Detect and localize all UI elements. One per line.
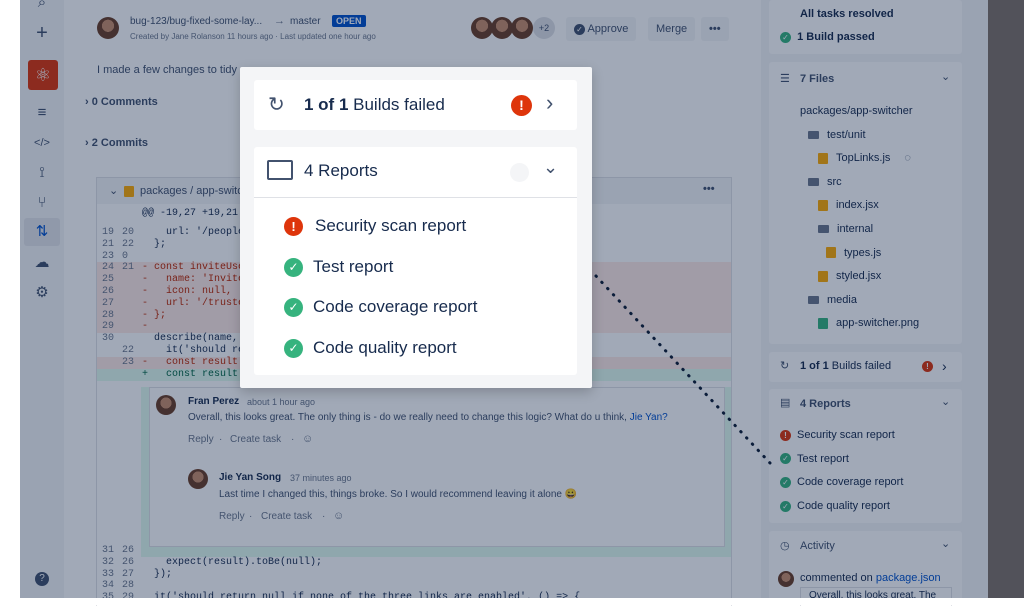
error-icon: ! [511, 95, 532, 116]
report-item[interactable]: ✓ Code quality report [284, 338, 457, 358]
builds-count: 1 of 1 [304, 95, 349, 114]
reports-header: 4 Reports [304, 161, 378, 180]
builds-label: Builds failed [348, 95, 445, 114]
bottom-edge [0, 598, 1024, 605]
reports-card: 4 Reports ⌄ ! Security scan report ✓ Test r… [254, 147, 577, 375]
chevron-down-icon[interactable]: ⌄ [543, 157, 558, 178]
connector-dotted-line [594, 274, 772, 465]
report-label: Test report [313, 256, 394, 276]
report-label: Security scan report [315, 216, 467, 235]
builds-reports-popup: ↻ 1 of 1 Builds failed ! › 4 Reports ⌄ !… [240, 67, 592, 388]
check-icon: ✓ [284, 338, 303, 358]
report-item[interactable]: ! Security scan report [284, 216, 467, 237]
reports-card-header[interactable]: 4 Reports ⌄ [254, 147, 577, 198]
error-icon: ! [284, 217, 303, 237]
builds-summary: 1 of 1 Builds failed [304, 95, 445, 115]
background-edge [988, 0, 1024, 600]
report-item[interactable]: ✓ Test report [284, 257, 393, 277]
reports-count-badge [510, 163, 529, 182]
report-item[interactable]: ✓ Code coverage report [284, 297, 478, 318]
reports-table-icon [267, 160, 293, 180]
check-icon: ✓ [284, 298, 303, 318]
check-icon: ✓ [284, 257, 303, 277]
builds-failed-card[interactable]: ↻ 1 of 1 Builds failed ! › [254, 80, 577, 130]
report-label: Code quality report [313, 337, 457, 357]
sync-icon: ↻ [268, 94, 285, 116]
chevron-right-icon[interactable]: › [546, 90, 553, 116]
report-label: Code coverage report [313, 297, 478, 316]
